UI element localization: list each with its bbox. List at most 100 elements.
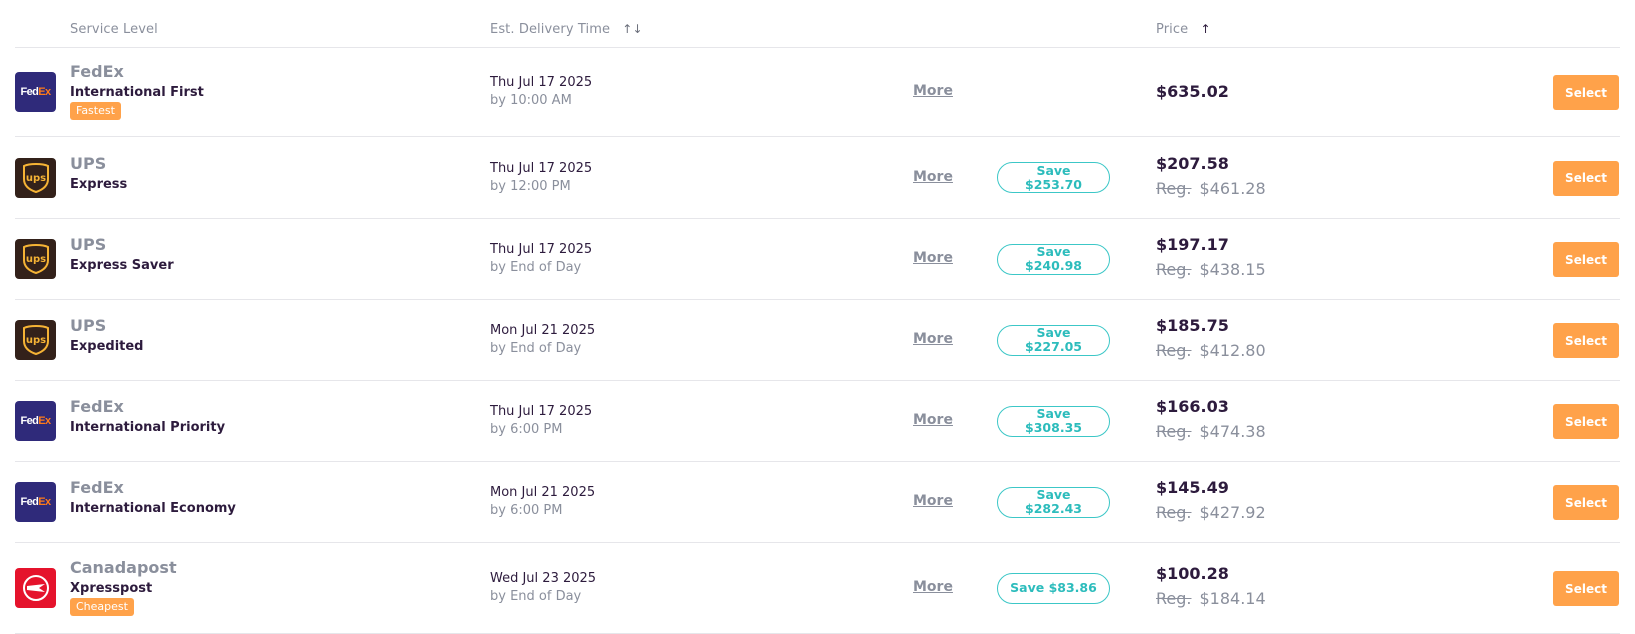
select-button[interactable]: Select xyxy=(1553,75,1619,110)
select-button[interactable]: Select xyxy=(1553,160,1619,196)
carrier-name: UPS xyxy=(70,153,107,173)
regular-price-label: Reg. xyxy=(1156,422,1192,441)
service-badge: Fastest xyxy=(70,102,121,120)
ups-logo: ups xyxy=(15,239,56,279)
sort-icon[interactable]: ↑↓ xyxy=(622,22,642,36)
more-link[interactable]: More xyxy=(913,169,953,185)
delivery-date: Mon Jul 21 2025 xyxy=(490,485,596,500)
service-name: Expedited xyxy=(70,339,144,354)
delivery-date: Thu Jul 17 2025 xyxy=(490,404,593,419)
regular-price-value: $412.80 xyxy=(1199,341,1266,360)
table-header: Service Level Est. Delivery Time ↑↓ Pric… xyxy=(15,0,1620,48)
select-button[interactable]: Select xyxy=(1553,485,1619,520)
table-body: FedEx FedEx International First Fastest Thu … xyxy=(15,48,1620,634)
ups-shield-icon: ups xyxy=(22,244,49,274)
savings-badge: Save $227.05 xyxy=(997,324,1110,356)
more-link[interactable]: More xyxy=(913,250,953,266)
delivery-time: by 6:00 PM xyxy=(490,503,563,518)
regular-price-value: $427.92 xyxy=(1199,503,1266,522)
price: $185.75 xyxy=(1156,316,1229,335)
savings-badge: Save $253.70 xyxy=(997,162,1110,193)
regular-price-label: Reg. xyxy=(1156,341,1192,360)
select-button[interactable]: Select xyxy=(1553,323,1619,358)
price: $166.03 xyxy=(1156,397,1229,416)
more-link[interactable]: More xyxy=(913,493,953,509)
header-service-level: Service Level xyxy=(70,22,158,37)
delivery-time: by End of Day xyxy=(490,589,582,604)
price: $207.58 xyxy=(1156,153,1229,173)
canadapost-logo xyxy=(15,568,56,608)
ups-logo: ups xyxy=(15,320,56,360)
delivery-time: by 10:00 AM xyxy=(490,93,572,108)
fedex-logo-icon: FedEx xyxy=(20,415,51,427)
delivery-date: Thu Jul 17 2025 xyxy=(490,160,593,176)
regular-price: Reg. $438.15 xyxy=(1156,260,1266,279)
carrier-name: Canadapost xyxy=(70,558,177,577)
fedex-logo-icon: FedEx xyxy=(20,86,51,98)
delivery-time: by 6:00 PM xyxy=(490,422,563,437)
regular-price-value: $438.15 xyxy=(1199,260,1266,279)
service-name: International Priority xyxy=(70,420,226,435)
regular-price-label: Reg. xyxy=(1156,589,1192,608)
svg-text:ups: ups xyxy=(25,173,45,184)
regular-price: Reg. $184.14 xyxy=(1156,589,1266,608)
table-row: FedEx FedEx International Economy Mon Jul 2… xyxy=(15,462,1620,543)
service-name: Express Saver xyxy=(70,258,174,273)
select-button[interactable]: Select xyxy=(1553,242,1619,277)
canadapost-eagle-icon xyxy=(22,575,49,601)
table-row: FedEx FedEx International Priority Thu Jul … xyxy=(15,381,1620,462)
carrier-name: UPS xyxy=(70,235,107,254)
header-est-delivery-label[interactable]: Est. Delivery Time xyxy=(490,22,610,37)
fedex-logo: FedEx xyxy=(15,401,56,441)
fedex-logo: FedEx xyxy=(15,72,56,112)
regular-price: Reg. $427.92 xyxy=(1156,503,1266,522)
price: $100.28 xyxy=(1156,564,1229,583)
more-link[interactable]: More xyxy=(913,579,953,595)
delivery-date: Thu Jul 17 2025 xyxy=(490,75,593,90)
regular-price-label: Reg. xyxy=(1156,178,1192,198)
savings-badge: Save $240.98 xyxy=(997,243,1110,275)
carrier-name: FedEx xyxy=(70,62,124,81)
price: $145.49 xyxy=(1156,478,1229,497)
delivery-time: by End of Day xyxy=(490,341,582,356)
service-name: International Economy xyxy=(70,501,236,516)
price: $197.17 xyxy=(1156,235,1229,254)
carrier-name: FedEx xyxy=(70,478,124,497)
header-est-delivery[interactable]: Est. Delivery Time ↑↓ xyxy=(490,22,643,37)
savings-badge: Save $83.86 xyxy=(997,572,1110,604)
delivery-time: by End of Day xyxy=(490,260,582,275)
delivery-date: Mon Jul 21 2025 xyxy=(490,323,596,338)
header-price[interactable]: Price ↑ xyxy=(1156,22,1211,37)
regular-price-value: $461.28 xyxy=(1199,178,1266,198)
service-name: Xpresspost xyxy=(70,581,153,596)
svg-text:ups: ups xyxy=(25,254,45,265)
table-row: ups UPS Express Thu Jul 17 2025 by 12:00 PM M… xyxy=(15,137,1620,219)
header-service-level-label: Service Level xyxy=(70,22,158,37)
regular-price: Reg. $474.38 xyxy=(1156,422,1266,441)
delivery-date: Wed Jul 23 2025 xyxy=(490,571,597,586)
price: $635.02 xyxy=(1156,82,1229,101)
more-link[interactable]: More xyxy=(913,412,953,428)
regular-price-value: $474.38 xyxy=(1199,422,1266,441)
table-row: FedEx FedEx International First Fastest Thu … xyxy=(15,48,1620,137)
fedex-logo-icon: FedEx xyxy=(20,496,51,508)
sort-ascending-icon[interactable]: ↑ xyxy=(1200,22,1210,36)
savings-badge: Save $282.43 xyxy=(997,486,1110,518)
service-name: International First xyxy=(70,85,204,100)
select-button[interactable]: Select xyxy=(1553,571,1619,606)
carrier-name: FedEx xyxy=(70,397,124,416)
more-link[interactable]: More xyxy=(913,331,953,347)
delivery-date: Thu Jul 17 2025 xyxy=(490,242,593,257)
select-button[interactable]: Select xyxy=(1553,404,1619,439)
shipping-rates-table: Service Level Est. Delivery Time ↑↓ Pric… xyxy=(15,0,1620,634)
delivery-time: by 12:00 PM xyxy=(490,178,571,194)
table-row: Canadapost Xpresspost Cheapest Wed Jul 23 2… xyxy=(15,543,1620,634)
regular-price-value: $184.14 xyxy=(1199,589,1266,608)
regular-price: Reg. $412.80 xyxy=(1156,341,1266,360)
regular-price-label: Reg. xyxy=(1156,503,1192,522)
more-link[interactable]: More xyxy=(913,83,953,99)
carrier-name: UPS xyxy=(70,316,107,335)
table-row: ups UPS Express Saver Thu Jul 17 2025 by End… xyxy=(15,219,1620,300)
service-badge: Cheapest xyxy=(70,598,134,616)
header-price-label[interactable]: Price xyxy=(1156,22,1188,37)
